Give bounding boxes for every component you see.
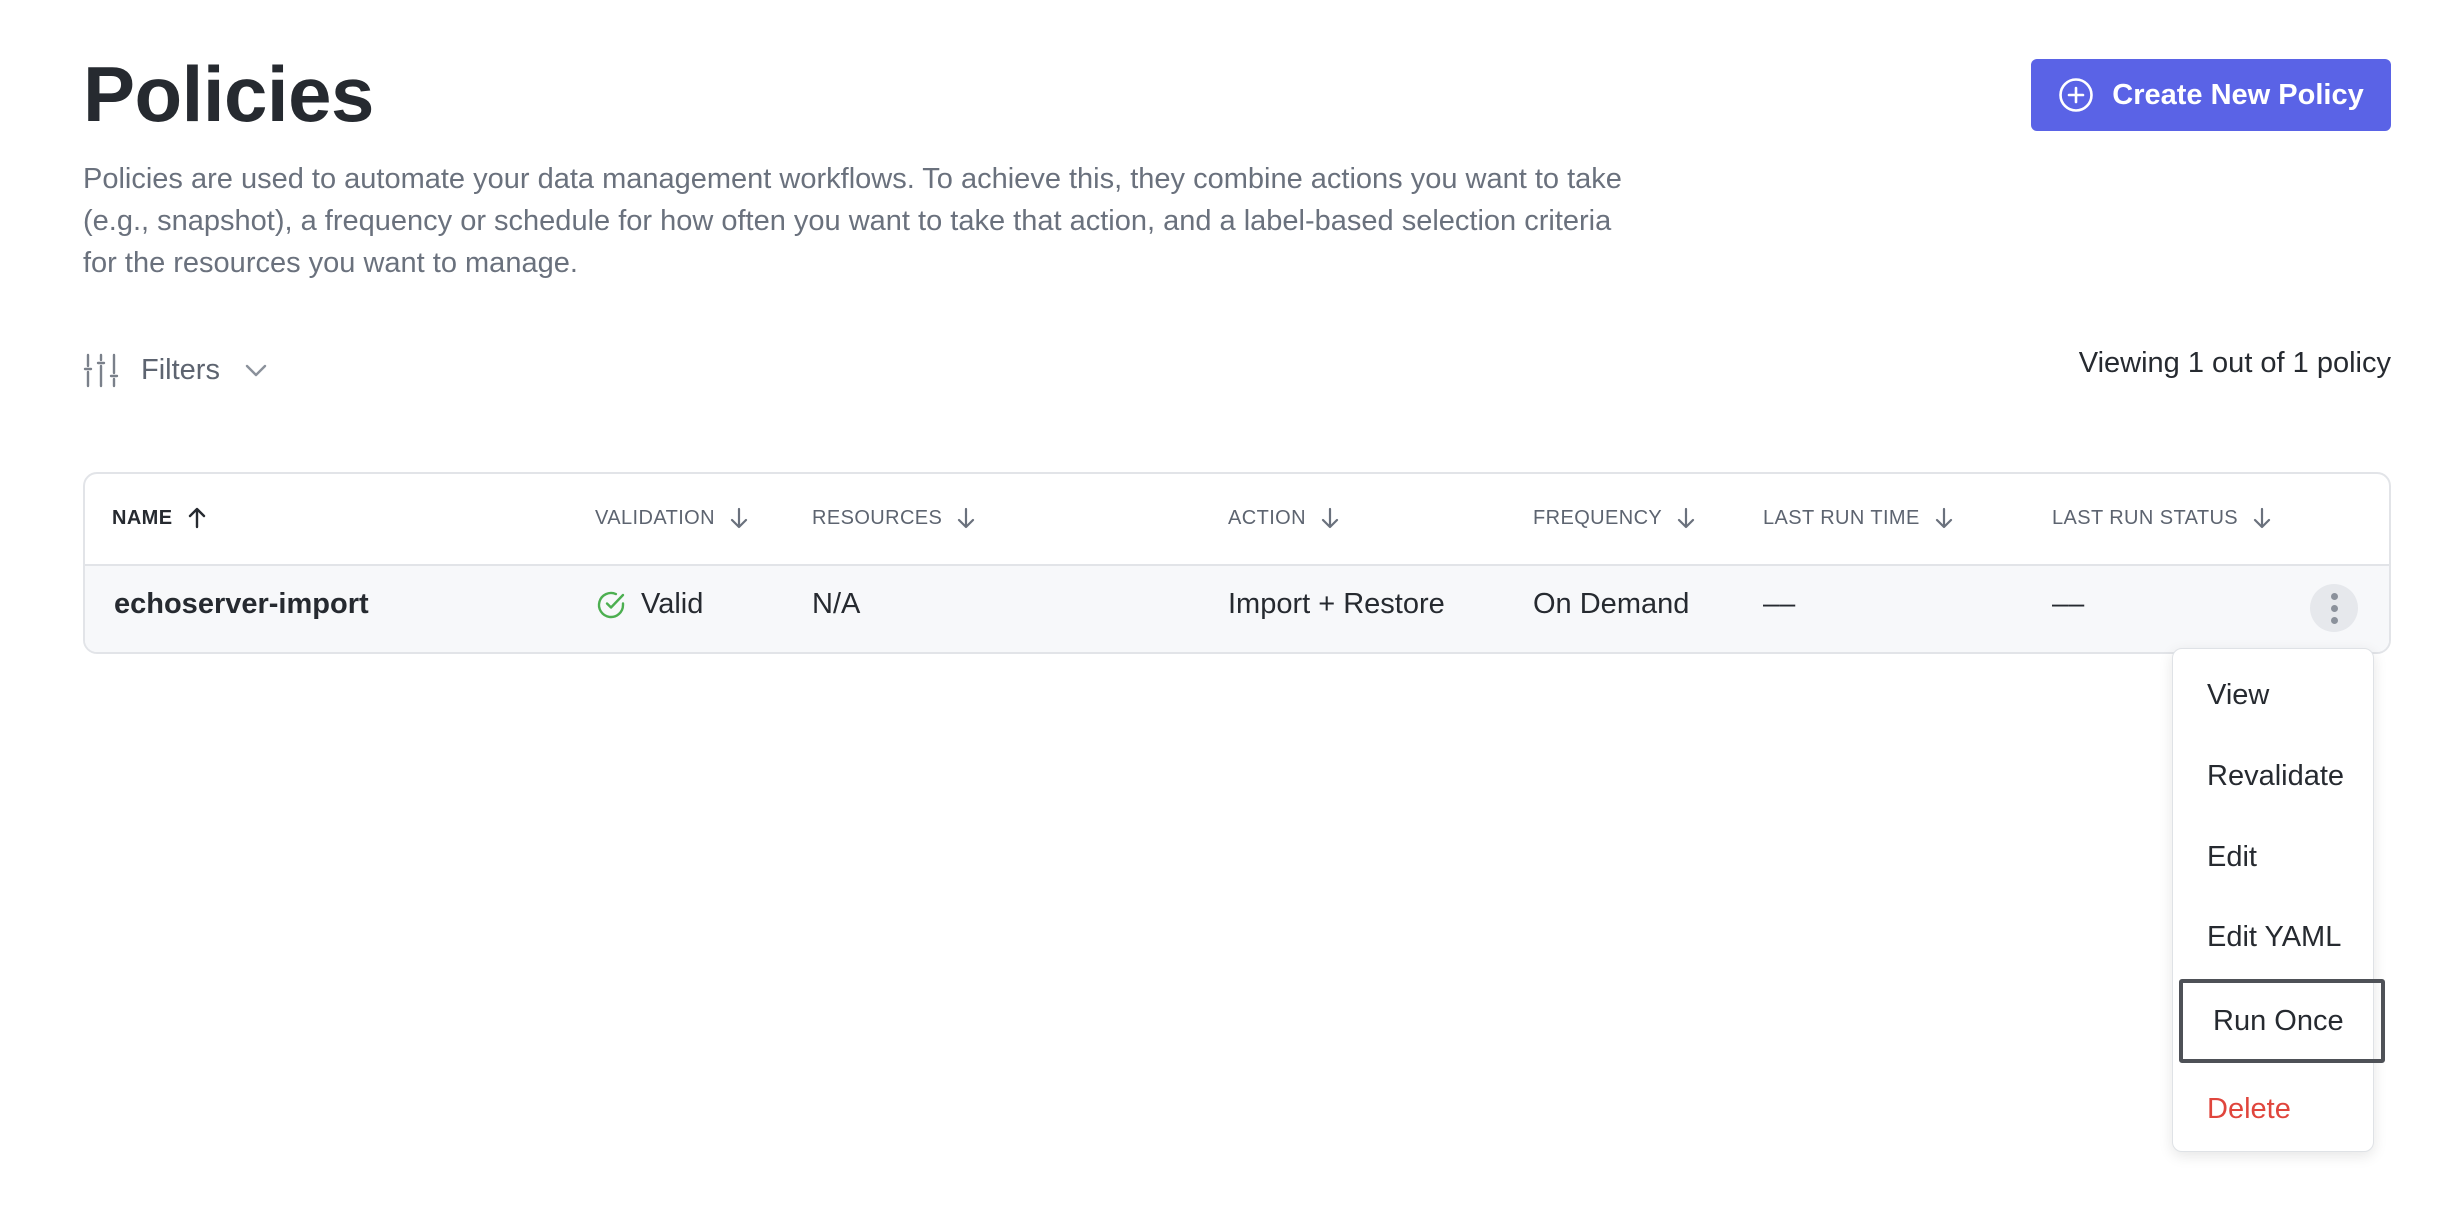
filters-label: Filters: [141, 353, 220, 386]
menu-item-view[interactable]: View: [2173, 657, 2373, 733]
frequency-cell: On Demand: [1533, 588, 1690, 620]
page-title: Policies: [83, 50, 374, 138]
chevron-down-icon: [242, 356, 270, 384]
menu-item-edit-yaml[interactable]: Edit YAML: [2173, 899, 2373, 975]
menu-item-revalidate[interactable]: Revalidate: [2173, 738, 2373, 814]
menu-item-run-once[interactable]: Run Once: [2179, 979, 2385, 1063]
resources-cell: N/A: [812, 588, 861, 620]
arrow-down-icon: [730, 507, 748, 529]
last-run-time-cell: ––: [1763, 588, 1796, 620]
row-actions-kebab-icon[interactable]: [2310, 584, 2358, 632]
arrow-down-icon: [1678, 507, 1695, 529]
column-header-frequency[interactable]: FREQUENCY: [1533, 506, 1696, 530]
column-header-last-run-status[interactable]: LAST RUN STATUS: [2052, 506, 2272, 530]
arrow-up-icon: [188, 507, 205, 529]
column-header-validation[interactable]: VALIDATION: [595, 506, 749, 530]
arrow-down-icon: [958, 507, 975, 529]
filters-toggle[interactable]: Filters: [83, 352, 270, 388]
results-count: Viewing 1 out of 1 policy: [2078, 347, 2391, 379]
table-header: NAME VALIDATION RESOURCES ACTION FREQUEN…: [85, 474, 2389, 566]
arrow-down-icon: [2253, 507, 2271, 529]
row-actions-menu: View Revalidate Edit Edit YAML Run Once …: [2172, 648, 2385, 1152]
last-run-status-cell: ––: [2052, 588, 2085, 620]
validation-status: Valid: [641, 588, 704, 620]
column-header-action[interactable]: ACTION: [1228, 506, 1340, 530]
arrow-down-icon: [1321, 507, 1339, 529]
column-header-resources[interactable]: RESOURCES: [812, 506, 976, 530]
create-policy-button[interactable]: Create New Policy: [2031, 59, 2391, 131]
validation-cell: Valid: [595, 588, 703, 621]
policies-table: NAME VALIDATION RESOURCES ACTION FREQUEN…: [83, 472, 2391, 654]
table-row[interactable]: echoserver-import Valid N/A Import + Res…: [85, 566, 2389, 652]
column-header-last-run-time[interactable]: LAST RUN TIME: [1763, 506, 1954, 530]
plus-circle-icon: [2058, 77, 2094, 113]
check-circle-icon: [597, 591, 625, 618]
action-cell: Import + Restore: [1228, 588, 1445, 620]
policy-name[interactable]: echoserver-import: [114, 588, 369, 621]
sliders-icon: [83, 352, 119, 388]
column-header-name[interactable]: NAME: [112, 506, 207, 530]
menu-item-delete[interactable]: Delete: [2173, 1071, 2373, 1147]
menu-item-edit[interactable]: Edit: [2173, 819, 2373, 895]
create-policy-label: Create New Policy: [2112, 78, 2364, 111]
arrow-down-icon: [1935, 507, 1952, 529]
page-description: Policies are used to automate your data …: [83, 163, 1622, 279]
